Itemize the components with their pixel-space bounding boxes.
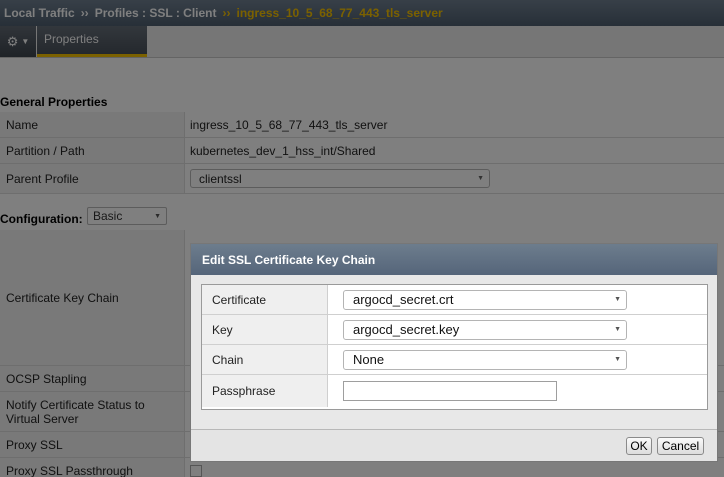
chain-select[interactable]: None ▼ [343,349,627,370]
dialog-row-passphrase: Passphrase [202,375,707,407]
chain-value: None [353,352,385,367]
cancel-button[interactable]: Cancel [657,437,704,455]
dialog-footer: OK Cancel [191,429,717,461]
chevron-down-icon: ▼ [614,326,621,333]
ok-button[interactable]: OK [626,437,652,455]
chain-label: Chain [202,345,328,374]
dialog-row-certificate: Certificate argocd_secret.crt ▼ [202,285,707,315]
chevron-down-icon: ▼ [614,296,621,303]
key-select[interactable]: argocd_secret.key ▼ [343,319,627,340]
passphrase-input[interactable] [343,381,557,401]
chevron-down-icon: ▼ [614,356,621,363]
certificate-label: Certificate [202,285,328,314]
key-value: argocd_secret.key [353,322,460,337]
edit-ssl-cert-key-chain-dialog: Edit SSL Certificate Key Chain Certifica… [190,243,718,462]
dialog-title: Edit SSL Certificate Key Chain [191,244,717,275]
dialog-form: Certificate argocd_secret.crt ▼ Key argo… [201,284,708,410]
dialog-row-chain: Chain None ▼ [202,345,707,375]
certificate-select[interactable]: argocd_secret.crt ▼ [343,289,627,310]
key-label: Key [202,315,328,344]
passphrase-label: Passphrase [202,375,328,407]
dialog-row-key: Key argocd_secret.key ▼ [202,315,707,345]
certificate-value: argocd_secret.crt [353,292,454,307]
